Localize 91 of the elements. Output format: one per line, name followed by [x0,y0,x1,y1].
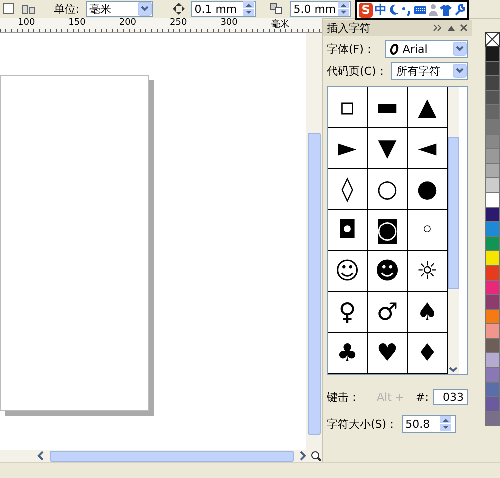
color-swatch[interactable] [485,222,500,237]
spinner-buttons[interactable] [440,416,452,432]
collapse-icon[interactable] [447,24,456,32]
character-cell[interactable]: ▬ [368,87,408,128]
scrollbar-thumb[interactable] [50,450,294,462]
color-swatch[interactable] [485,76,500,91]
ruler-label: 300 [220,18,239,28]
scrollbar-thumb[interactable] [448,137,459,289]
nudge-icon [172,3,185,15]
duplicate-offset-icon [270,3,284,15]
size-field[interactable]: 50.8 [402,415,456,433]
no-color-icon[interactable] [485,32,500,47]
color-swatch[interactable] [485,90,500,106]
font-dropdown[interactable]: Arial [384,40,468,58]
nudge-field[interactable]: 0.1 mm [190,1,256,17]
color-swatch[interactable] [485,120,500,135]
scrollbar-thumb[interactable] [308,133,320,435]
character-cell[interactable]: ► [328,128,368,169]
code-page-label: 代码页(C)： [327,64,388,78]
scroll-down-icon[interactable] [449,365,458,374]
color-swatch[interactable] [485,105,500,120]
shirt-icon[interactable] [440,4,452,16]
code-label: #: [416,390,429,404]
character-cell[interactable]: ♂ [368,292,408,333]
character-cell[interactable]: ☻ [368,251,408,292]
character-code-field[interactable]: 033 [432,389,468,405]
color-swatch[interactable] [485,310,500,324]
character-cell[interactable]: ▼ [368,128,408,169]
horizontal-scrollbar[interactable] [0,450,322,462]
ruler-label: 150 [68,18,87,28]
color-swatch[interactable] [485,397,500,412]
color-swatch[interactable] [485,236,500,252]
color-swatch[interactable] [485,251,500,266]
color-swatch[interactable] [485,164,500,178]
color-swatch[interactable] [485,266,500,280]
double-chevron-icon[interactable] [433,24,443,32]
character-cell[interactable]: ☺ [328,251,368,292]
dropdown-button[interactable] [453,64,467,78]
keyboard-icon[interactable] [414,5,426,15]
color-swatch[interactable] [485,208,500,222]
zoom-icon[interactable] [311,450,322,462]
ruler-unit: 毫米 [271,18,290,31]
size-label: 字符大小(S)： [327,416,398,432]
font-type-icon [390,44,399,54]
moon-icon[interactable] [389,4,400,16]
color-swatch[interactable] [485,412,500,426]
character-cell[interactable]: ◊ [328,169,368,210]
color-swatch[interactable] [485,47,500,62]
character-cell[interactable]: ○ [368,169,408,210]
docker-title: 插入字符 [327,20,371,36]
color-swatch[interactable] [485,178,500,193]
ime-mode[interactable]: 中 [375,2,388,18]
character-cell[interactable]: ♥ [368,333,408,374]
font-label: 字体(F)： [327,42,375,56]
color-swatch[interactable] [485,134,500,150]
page-icon[interactable] [2,2,16,16]
character-cell[interactable]: ♀ [328,292,368,333]
code-page-dropdown[interactable]: 所有字符 [391,62,468,80]
color-swatch[interactable] [485,382,500,398]
color-swatch[interactable] [485,192,500,208]
ime-logo[interactable]: S [359,2,374,18]
ruler-label: 200 [119,18,138,28]
grid-scrollbar[interactable] [448,87,459,374]
color-swatch[interactable] [485,295,500,310]
vertical-scrollbar[interactable] [306,33,322,450]
ruler-label: 250 [170,18,188,28]
color-swatch[interactable] [485,280,500,296]
ruler-label: 100 [18,18,36,28]
color-swatch[interactable] [485,368,500,383]
spinner-buttons[interactable] [338,1,350,17]
color-swatch[interactable] [485,324,500,339]
character-cell[interactable]: ▫ [328,87,368,128]
close-icon[interactable] [460,24,468,32]
unit-label: 单位: [54,2,80,16]
color-swatch[interactable] [485,149,500,164]
color-swatch[interactable] [485,62,500,76]
scroll-right-icon[interactable] [298,451,308,461]
spinner-buttons[interactable] [242,1,255,17]
scroll-left-icon[interactable] [36,451,46,461]
dropdown-button[interactable] [138,2,152,16]
keystroke-value: Alt + [376,390,406,404]
unit-dropdown[interactable]: 毫米 [86,1,153,17]
color-swatch[interactable] [485,353,500,368]
character-cell[interactable]: ◘ [328,210,368,251]
wrench-icon[interactable] [454,4,466,16]
dropdown-button[interactable] [453,42,467,56]
duplicate-offset-field[interactable]: 5.0 mm [290,1,351,17]
character-cell[interactable]: ◙ [368,210,408,251]
character-cell[interactable]: ♣ [328,333,368,374]
keystroke-label: 键击： [327,390,361,404]
color-swatch[interactable] [485,338,500,354]
